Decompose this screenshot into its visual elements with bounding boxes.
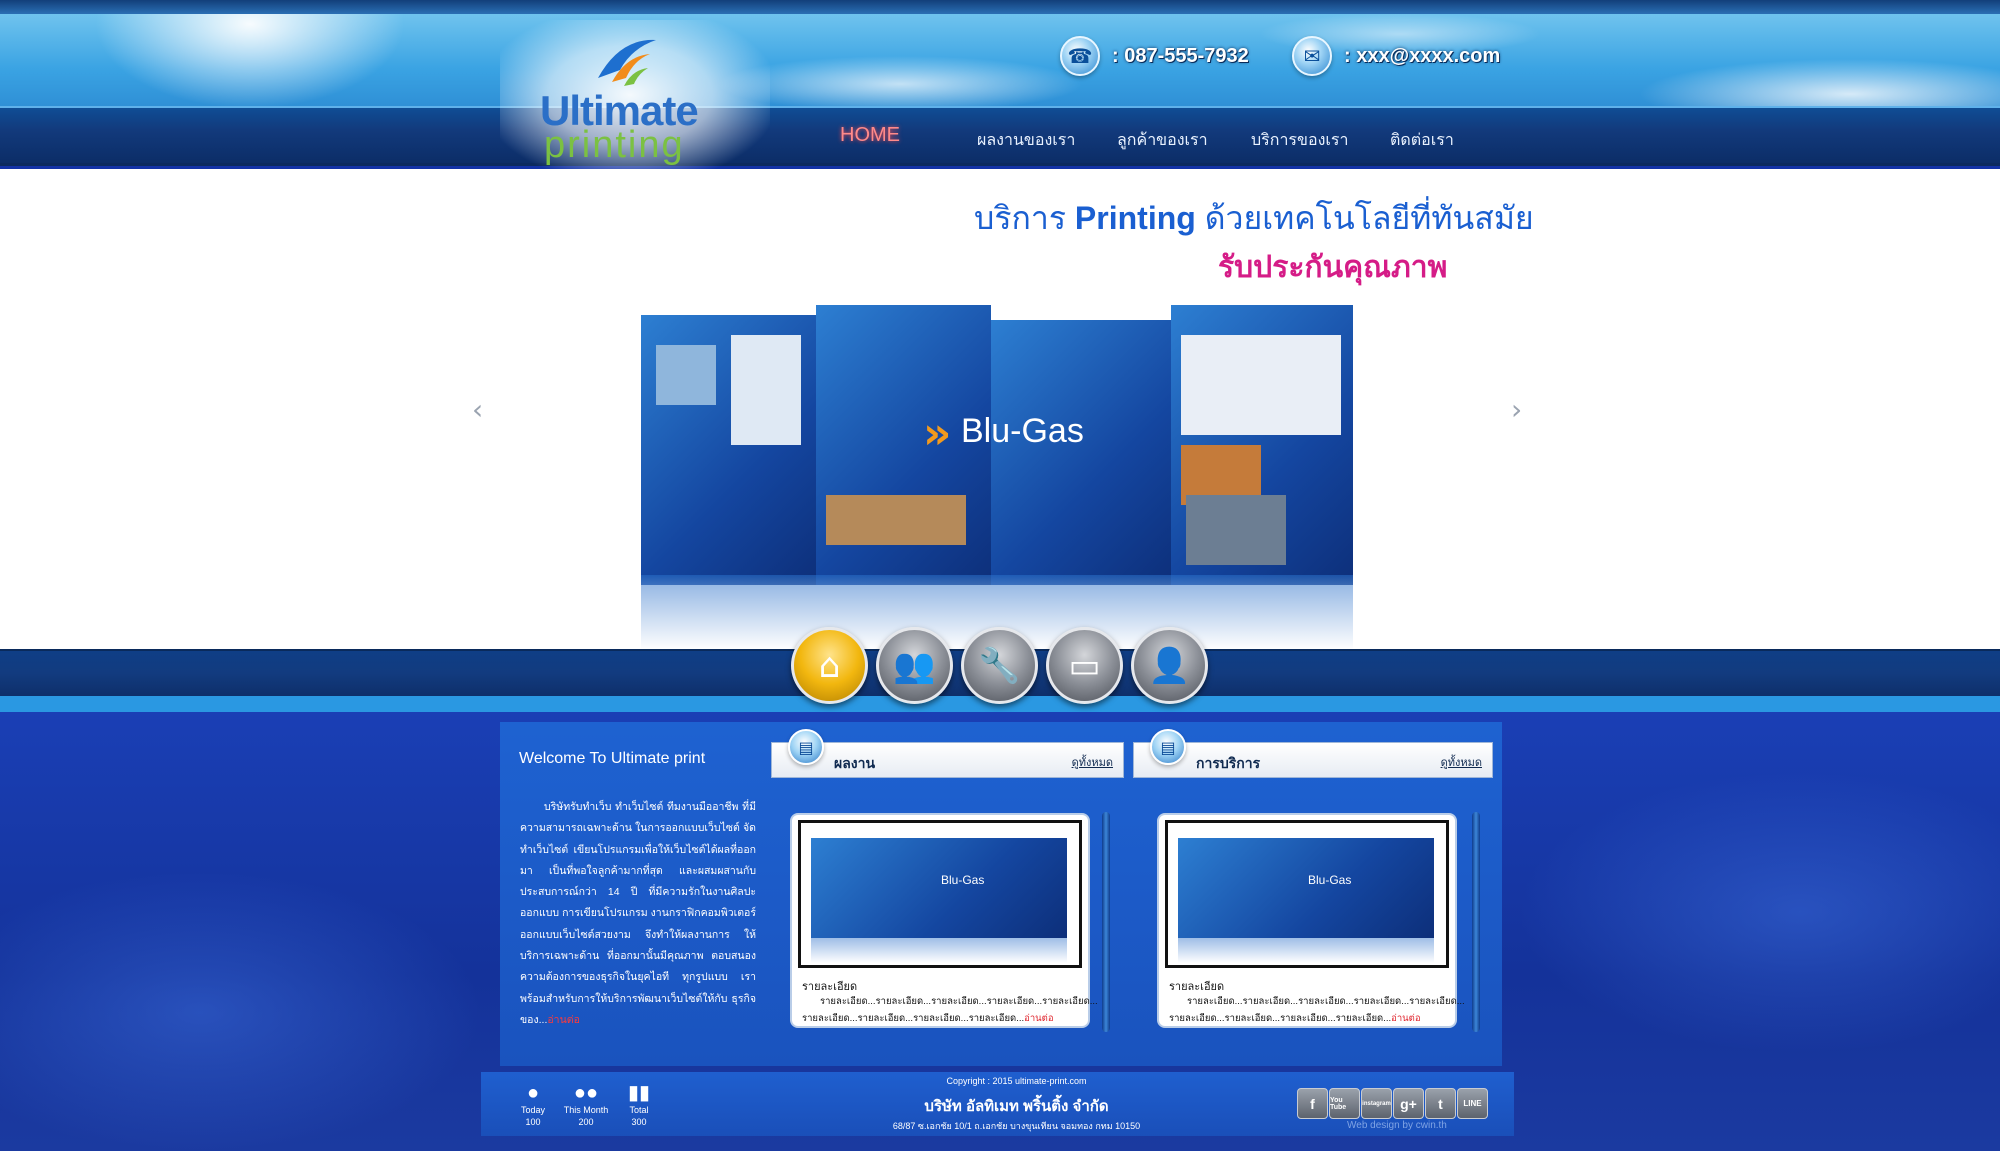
nav-item-portfolio[interactable]: ผลงานของเรา [977,128,1075,153]
stat-total: ▮▮ Total 300 [609,1082,669,1128]
tagline-prefix: บริการ [974,200,1067,236]
hero-brochure-image: » Blu-Gas [641,305,1353,650]
service-section-icon: ▤ [1150,729,1186,765]
stat-today-value: 100 [525,1117,541,1127]
stat-today: ● Today 100 [503,1082,563,1128]
users-icon[interactable]: 👥 [876,627,953,704]
site-logo[interactable]: Ultimate printing [540,30,720,166]
line-icon[interactable]: LINE [1457,1088,1488,1119]
welcome-title: Welcome To Ultimate print [519,750,706,767]
group-icon: ●● [573,1082,599,1104]
quick-icons: ⌂ 👥 🔧 ▭ 👤 [791,627,1208,704]
contact-phone[interactable]: ☎ : 087-555-7932 [1060,36,1249,76]
person-icon[interactable]: 👤 [1131,627,1208,704]
stat-month-label: This Month [563,1105,609,1115]
bar-chart-icon: ▮▮ [627,1082,650,1104]
facebook-icon[interactable]: f [1297,1088,1328,1119]
work-thumb-text: Blu-Gas [941,873,985,887]
nav-item-home[interactable]: HOME [840,124,900,147]
nav-item-customers[interactable]: ลูกค้าของเรา [1117,128,1208,153]
service-thumb-text: Blu-Gas [1308,873,1352,887]
stat-month: ●● This Month 200 [556,1082,616,1128]
email-address: : xxx@xxxx.com [1344,44,1501,67]
section-title-service: การบริการ [1196,755,1261,771]
work-card-line1: รายละเอียด...รายละเอียด...รายละเอียด...ร… [820,996,1098,1007]
service-scrollbar[interactable] [1472,812,1480,1032]
google-plus-icon[interactable]: g+ [1393,1088,1424,1119]
service-card[interactable]: Blu-Gas รายละเอียด รายละเอียด...รายละเอี… [1157,813,1465,1028]
tagline-suffix: ด้วยเทคโนโลยีที่ทันสมัย [1204,200,1534,236]
twitter-icon[interactable]: t [1425,1088,1456,1119]
brochure-chevron-icon: » [923,408,952,459]
nav-item-contact[interactable]: ติดต่อเรา [1390,128,1454,153]
welcome-text: บริษัทรับทำเว็บ ทำเว็บไซต์ ทีมงานมืออาชี… [520,797,756,1031]
brochure-text: Blu-Gas [961,412,1084,450]
service-card-thumbnail[interactable]: Blu-Gas [1165,820,1449,968]
card-icon[interactable]: ▭ [1046,627,1123,704]
service-card-line2: รายละเอียด...รายละเอียด...รายละเอียด...ร… [1169,1011,1421,1026]
youtube-icon[interactable]: You Tube [1329,1088,1360,1119]
logo-bird-icon [598,39,656,86]
service-card-title: รายละเอียด [1169,981,1225,993]
work-card[interactable]: Blu-Gas รายละเอียด รายละเอียด...รายละเอี… [790,813,1098,1028]
welcome-body: บริษัทรับทำเว็บ ทำเว็บไซต์ ทีมงานมืออาชี… [520,801,756,1026]
footer-company: บริษัท อัลทิเมท พริ้นติ้ง จำกัด [924,1098,1109,1115]
phone-icon: ☎ [1060,36,1100,76]
slider-prev-icon[interactable]: ‹ [472,393,483,426]
view-all-service-link[interactable]: ดูทั้งหมด [1441,753,1482,771]
nav-item-services[interactable]: บริการของเรา [1251,128,1348,153]
work-card-title: รายละเอียด [802,981,858,993]
section-header-service: ▤ การบริการ ดูทั้งหมด [1133,729,1493,778]
stat-month-value: 200 [578,1117,594,1127]
top-strip [0,0,2000,14]
work-read-more-link[interactable]: อ่านต่อ [1024,1013,1053,1024]
designer-credit[interactable]: Web design by cwin.th [1347,1120,1447,1131]
instagram-icon[interactable]: instagram [1361,1088,1392,1119]
section-header-work: ▤ ผลงาน ดูทั้งหมด [771,729,1124,778]
footer-copyright: Copyright : 2015 ultimate-print.com [946,1076,1087,1086]
mail-icon: ✉ [1292,36,1332,76]
contact-email[interactable]: ✉ : xxx@xxxx.com [1292,36,1500,76]
work-card-thumbnail[interactable]: Blu-Gas [798,820,1082,968]
logo-text-printing: printing [544,124,685,166]
footer-address: 68/87 ซ.เอกชัย 10/1 ถ.เอกชัย บางขุนเทียน… [892,1121,1141,1131]
hero-tagline: บริการ Printing ด้วยเทคโนโลยีที่ทันสมัย [974,193,1534,244]
view-all-work-link[interactable]: ดูทั้งหมด [1072,753,1113,771]
user-icon: ● [526,1082,540,1104]
work-scrollbar[interactable] [1102,812,1110,1032]
social-links: f You Tube instagram g+ t LINE [1297,1088,1488,1119]
home-icon[interactable]: ⌂ [791,627,868,704]
section-title-work: ผลงาน [834,755,876,771]
tools-icon[interactable]: 🔧 [961,627,1038,704]
service-card-line2-text: รายละเอียด...รายละเอียด...รายละเอียด...ร… [1169,1013,1392,1024]
welcome-read-more-link[interactable]: อ่านต่อ [547,1014,580,1026]
stat-total-value: 300 [631,1117,647,1127]
service-read-more-link[interactable]: อ่านต่อ [1391,1013,1420,1024]
slider-next-icon[interactable]: › [1511,393,1522,426]
hero-tagline-quality: รับประกันคุณภาพ [1218,251,1448,284]
stat-total-label: Total [629,1105,649,1115]
service-card-line1: รายละเอียด...รายละเอียด...รายละเอียด...ร… [1187,996,1465,1007]
tagline-brand: Printing [1074,200,1196,236]
phone-number: : 087-555-7932 [1112,44,1249,67]
work-section-icon: ▤ [788,729,824,765]
stat-today-label: Today [520,1105,546,1115]
work-card-line2: รายละเอียด...รายละเอียด...รายละเอียด...ร… [802,1011,1054,1026]
work-card-line2-text: รายละเอียด...รายละเอียด...รายละเอียด...ร… [802,1013,1025,1024]
header-sky [0,14,2000,106]
